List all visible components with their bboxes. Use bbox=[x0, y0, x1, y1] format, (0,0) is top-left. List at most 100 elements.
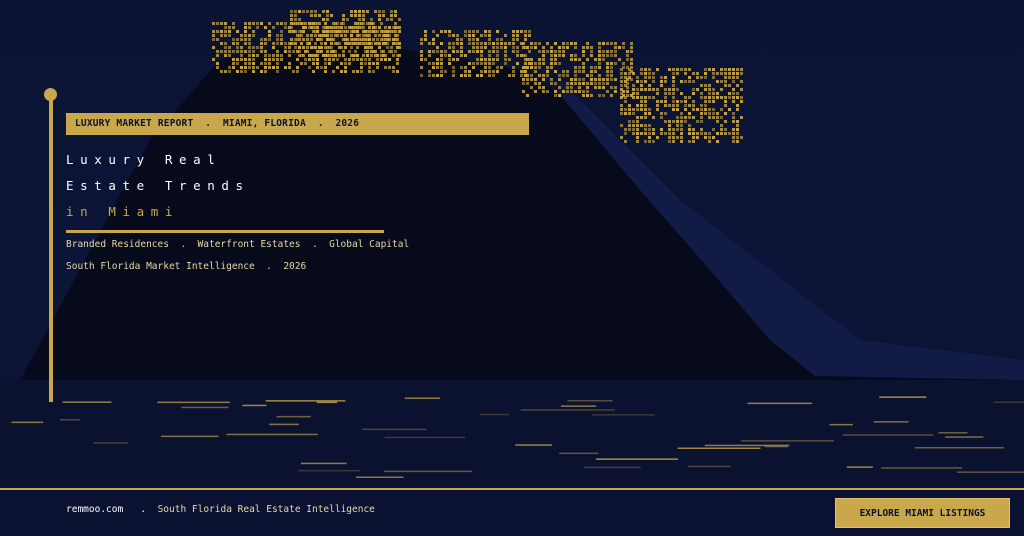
window-light bbox=[240, 54, 243, 57]
window-light bbox=[664, 132, 667, 135]
window-light bbox=[570, 86, 573, 89]
window-light bbox=[720, 68, 723, 71]
window-light bbox=[520, 30, 523, 33]
reflection-line bbox=[764, 445, 788, 448]
window-light bbox=[492, 46, 495, 49]
site-link[interactable]: remmoo.com bbox=[66, 504, 123, 515]
window-light bbox=[452, 70, 455, 73]
window-light bbox=[472, 42, 475, 45]
window-light bbox=[358, 10, 361, 13]
explore-listings-button[interactable]: EXPLORE MIAMI LISTINGS bbox=[835, 498, 1010, 528]
window-light bbox=[256, 26, 259, 29]
window-light bbox=[602, 42, 605, 45]
window-light bbox=[620, 104, 623, 107]
window-light bbox=[554, 58, 557, 61]
window-light bbox=[692, 128, 695, 131]
window-light bbox=[672, 136, 675, 139]
window-light bbox=[326, 10, 329, 13]
window-light bbox=[366, 22, 369, 25]
window-light bbox=[394, 38, 397, 41]
window-light bbox=[448, 62, 451, 65]
window-light bbox=[542, 58, 545, 61]
window-light bbox=[684, 100, 687, 103]
window-light bbox=[236, 62, 239, 65]
window-light bbox=[340, 70, 343, 73]
window-light bbox=[468, 38, 471, 41]
window-light bbox=[622, 62, 625, 65]
window-light bbox=[574, 74, 577, 77]
window-light bbox=[220, 30, 223, 33]
window-light bbox=[314, 54, 317, 57]
window-light bbox=[664, 96, 667, 99]
window-light bbox=[314, 34, 317, 37]
window-light bbox=[554, 94, 557, 97]
window-light bbox=[652, 116, 655, 119]
window-light bbox=[358, 34, 361, 37]
headline-line-2: Estate Trends bbox=[66, 178, 250, 193]
window-light bbox=[736, 96, 739, 99]
window-light bbox=[688, 104, 691, 107]
window-light bbox=[736, 140, 739, 143]
window-light bbox=[668, 88, 671, 91]
window-light bbox=[298, 46, 301, 49]
window-light bbox=[630, 42, 633, 45]
window-light bbox=[334, 50, 337, 53]
window-light bbox=[276, 38, 279, 41]
window-light bbox=[516, 46, 519, 49]
window-light bbox=[298, 54, 301, 57]
window-light bbox=[496, 54, 499, 57]
window-light bbox=[302, 26, 305, 29]
window-light bbox=[368, 62, 371, 65]
window-light bbox=[344, 26, 347, 29]
window-light bbox=[692, 100, 695, 103]
window-light bbox=[216, 62, 219, 65]
window-light bbox=[614, 54, 617, 57]
window-light bbox=[394, 10, 397, 13]
window-light bbox=[704, 68, 707, 71]
window-light bbox=[606, 66, 609, 69]
window-light bbox=[664, 92, 667, 95]
window-light bbox=[328, 58, 331, 61]
window-light bbox=[640, 108, 643, 111]
window-light bbox=[676, 100, 679, 103]
window-light bbox=[640, 88, 643, 91]
window-light bbox=[704, 88, 707, 91]
window-light bbox=[582, 46, 585, 49]
window-light bbox=[310, 22, 313, 25]
window-light bbox=[460, 42, 463, 45]
window-light bbox=[240, 58, 243, 61]
window-light bbox=[526, 58, 529, 61]
window-light bbox=[370, 46, 373, 49]
window-light bbox=[628, 68, 631, 71]
window-light bbox=[360, 70, 363, 73]
window-light bbox=[322, 10, 325, 13]
window-light bbox=[582, 62, 585, 65]
window-light bbox=[708, 116, 711, 119]
window-light bbox=[660, 116, 663, 119]
window-light bbox=[296, 66, 299, 69]
window-light bbox=[244, 42, 247, 45]
window-light bbox=[610, 70, 613, 73]
window-light bbox=[542, 54, 545, 57]
window-light bbox=[620, 72, 623, 75]
window-light bbox=[390, 50, 393, 53]
window-light bbox=[472, 38, 475, 41]
window-light bbox=[652, 96, 655, 99]
window-light bbox=[390, 18, 393, 21]
window-light bbox=[468, 42, 471, 45]
window-light bbox=[310, 14, 313, 17]
window-light bbox=[358, 22, 361, 25]
report-tag: LUXURY MARKET REPORT . MIAMI, FLORIDA . … bbox=[66, 113, 529, 135]
window-light bbox=[696, 120, 699, 123]
window-light bbox=[344, 46, 347, 49]
window-light bbox=[610, 66, 613, 69]
window-light bbox=[268, 30, 271, 33]
window-light bbox=[736, 68, 739, 71]
reflection-line bbox=[161, 435, 219, 438]
window-light bbox=[276, 22, 279, 25]
window-light bbox=[696, 136, 699, 139]
window-light bbox=[512, 74, 515, 77]
window-light bbox=[582, 90, 585, 93]
window-light bbox=[516, 62, 519, 65]
window-light bbox=[692, 108, 695, 111]
